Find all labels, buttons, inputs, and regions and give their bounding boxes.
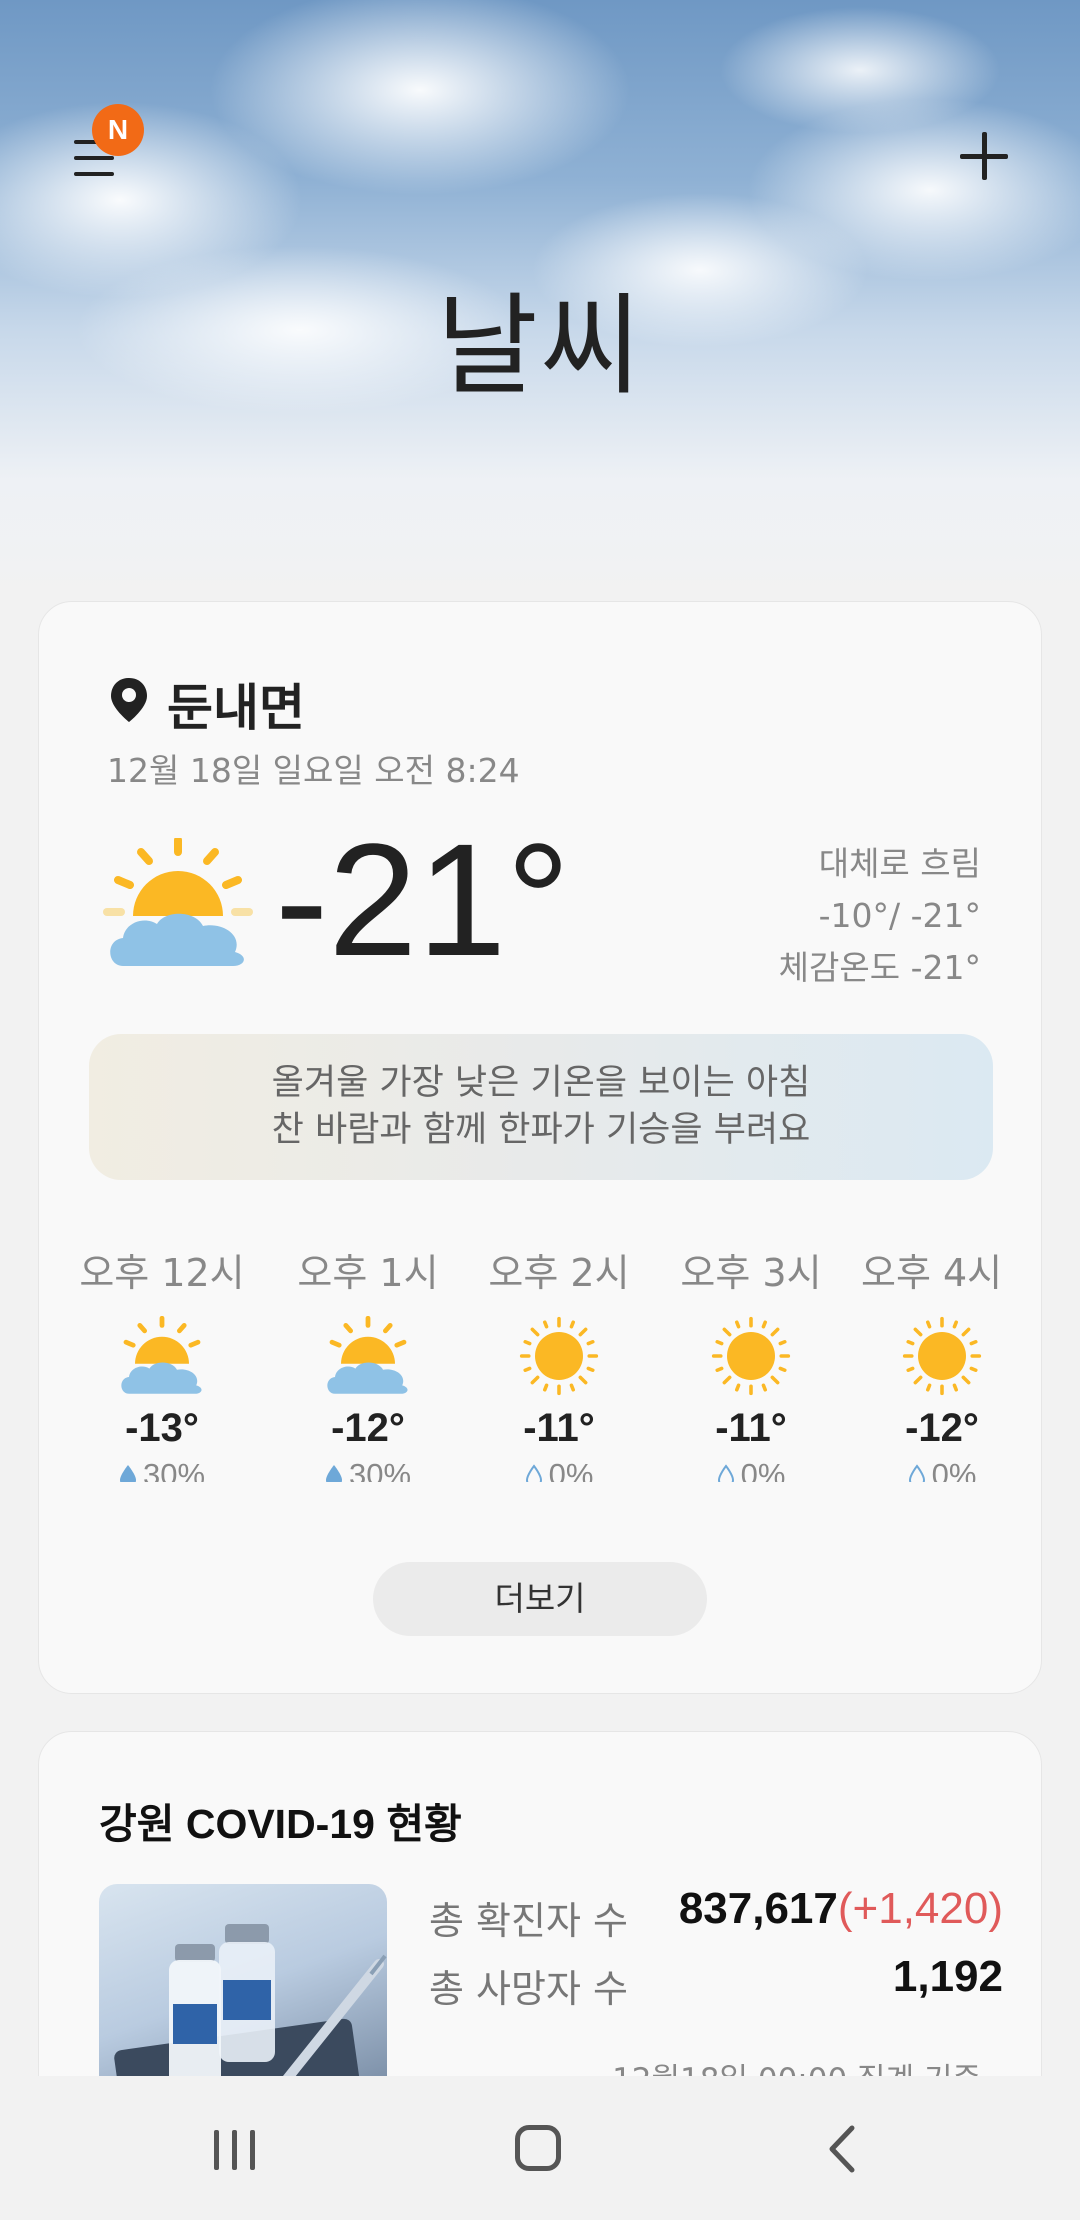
deaths-value: 1,192 xyxy=(892,1952,1003,2001)
recent-apps-icon xyxy=(214,2130,219,2170)
notification-badge: N xyxy=(92,104,144,156)
hour-precip-value: 0% xyxy=(548,1457,594,1482)
hourly-item: 오후 4시 -12° 0% xyxy=(847,1242,1037,1482)
weather-card[interactable]: 둔내면 12월 18일 일요일 오전 8:24 -21° 대체로 흐림 -10°… xyxy=(38,601,1042,1694)
confirmed-delta: (+1,420) xyxy=(837,1884,1003,1933)
hour-precip-value: 0% xyxy=(740,1457,786,1482)
hour-precip: 0% xyxy=(464,1457,654,1482)
hour-temp: -12° xyxy=(905,1406,979,1450)
condition-text: 대체로 흐림 xyxy=(818,844,981,883)
deaths-row: 총 사망자 수 1,192 xyxy=(429,1952,1003,2020)
deaths-label: 총 사망자 수 xyxy=(429,1967,628,2011)
hour-precip: 30% xyxy=(67,1457,257,1482)
partly-cloudy-icon xyxy=(103,838,253,966)
home-button[interactable] xyxy=(515,2125,561,2171)
current-temperature: -21° xyxy=(275,810,571,989)
page-title: 날씨 xyxy=(436,282,644,410)
sunny-icon xyxy=(711,1316,791,1396)
covid-stats: 총 확진자 수 837,617(+1,420) 총 사망자 수 1,192 xyxy=(429,1884,1003,2020)
raindrop-filled-icon xyxy=(325,1465,342,1482)
hour-time: 오후 4시 xyxy=(861,1251,1003,1292)
hour-temp: -13° xyxy=(125,1406,199,1450)
back-button[interactable] xyxy=(822,2124,862,2174)
hour-time: 오후 12시 xyxy=(79,1251,245,1295)
hour-precip: 30% xyxy=(273,1457,463,1482)
updated-datetime: 12월 18일 일요일 오전 8:24 xyxy=(107,751,520,790)
hour-time: 오후 1시 xyxy=(297,1251,439,1295)
location-pin-icon xyxy=(111,678,147,722)
sunny-icon xyxy=(902,1316,982,1396)
raindrop-outline-icon xyxy=(717,1464,734,1482)
feels-like-temp: 체감온도 -21° xyxy=(778,948,981,987)
partly-cloudy-icon xyxy=(327,1316,408,1394)
menu-icon-bar xyxy=(74,156,114,160)
hour-precip-value: 30% xyxy=(142,1457,206,1482)
high-low-temp: -10°/ -21° xyxy=(818,896,981,935)
weather-summary-box: 올겨울 가장 낮은 기온을 보이는 아침 찬 바람과 함께 한파가 기승을 부려… xyxy=(89,1034,993,1180)
confirmed-label: 총 확진자 수 xyxy=(429,1899,628,1943)
hour-precip-value: 30% xyxy=(348,1457,412,1482)
raindrop-outline-icon xyxy=(525,1464,542,1482)
hour-precip-value: 0% xyxy=(931,1457,977,1482)
hourly-item: 오후 3시 -11° 0% xyxy=(656,1242,846,1482)
hour-precip: 0% xyxy=(656,1457,846,1482)
hour-time: 오후 3시 xyxy=(680,1251,822,1295)
confirmed-row: 총 확진자 수 837,617(+1,420) xyxy=(429,1884,1003,1952)
hourly-item: 오후 1시 -12° 30% xyxy=(273,1242,463,1482)
add-location-button[interactable] xyxy=(956,128,1012,184)
hour-precip: 0% xyxy=(847,1457,1037,1482)
covid-title: 강원 COVID-19 현황 xyxy=(99,1801,462,1847)
more-button[interactable]: 더보기 xyxy=(373,1562,707,1636)
hourly-item: 오후 12시 -13° 30% xyxy=(67,1242,257,1482)
system-navigation-bar xyxy=(0,2076,1080,2220)
partly-cloudy-icon xyxy=(121,1316,202,1394)
back-icon xyxy=(829,2125,855,2173)
recent-apps-button[interactable] xyxy=(212,2126,260,2174)
confirmed-value-group: 837,617(+1,420) xyxy=(679,1884,1003,1934)
hour-temp: -12° xyxy=(331,1406,405,1450)
hourly-forecast[interactable]: 오후 12시 -13° 30% 오후 1시 -12° 30% 오후 2시 -11… xyxy=(39,1242,1043,1482)
menu-icon-bar xyxy=(74,172,114,176)
condition-summary: 대체로 흐림 -10°/ -21° 체감온도 -21° xyxy=(779,838,981,994)
recent-apps-icon-bar xyxy=(250,2130,255,2170)
hourly-item: 오후 2시 -11° 0% xyxy=(464,1242,654,1482)
sunny-icon xyxy=(519,1316,599,1396)
hour-time: 오후 2시 xyxy=(488,1251,630,1295)
summary-line-1: 올겨울 가장 낮은 기온을 보이는 아침 xyxy=(271,1063,811,1103)
location-name: 둔내면 xyxy=(167,679,305,737)
raindrop-outline-icon xyxy=(908,1464,925,1482)
summary-line-2: 찬 바람과 함께 한파가 기승을 부려요 xyxy=(271,1110,811,1150)
hour-temp: -11° xyxy=(715,1406,787,1450)
hour-temp: -11° xyxy=(523,1406,595,1450)
confirmed-value: 837,617 xyxy=(678,1884,838,1933)
raindrop-filled-icon xyxy=(119,1465,136,1482)
recent-apps-icon-bar xyxy=(232,2130,237,2170)
